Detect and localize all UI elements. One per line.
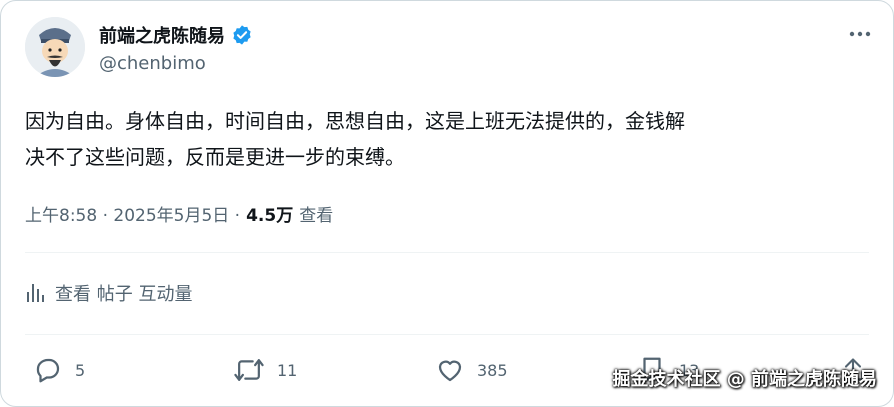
view-post-analytics-link[interactable]: 查看 帖子 互动量 — [25, 280, 192, 306]
tweet-meta: 上午8:58 · 2025年5月5日 · 4.5万 查看 — [25, 201, 333, 226]
analytics-bar-icon — [27, 284, 44, 302]
more-options-button[interactable] — [845, 19, 875, 49]
retweet-button[interactable]: 11 — [233, 355, 297, 385]
like-count: 385 — [477, 360, 508, 380]
reply-count: 5 — [75, 360, 86, 380]
author-display-name[interactable]: 前端之虎陈随易 — [99, 22, 225, 48]
author-handle[interactable]: @chenbimo — [99, 53, 206, 74]
avatar[interactable] — [25, 17, 85, 77]
author-name-row: 前端之虎陈随易 — [99, 22, 253, 48]
tweet-timestamp[interactable]: 上午8:58 · 2025年5月5日 · — [25, 201, 240, 226]
verified-badge-icon — [233, 25, 251, 45]
retweet-count: 11 — [277, 360, 298, 380]
views-count: 4.5万 — [246, 206, 294, 226]
tweet-text: 因为自由。身体自由，时间自由，思想自由，这是上班无法提供的，金钱解 决不了这些问… — [25, 109, 685, 169]
like-button[interactable]: 385 — [435, 355, 508, 385]
divider-top — [25, 252, 869, 253]
retweet-icon — [234, 359, 264, 381]
reply-icon — [36, 358, 60, 383]
avatar-image — [25, 17, 85, 77]
views-label: 查看 — [299, 206, 334, 226]
analytics-label: 查看 帖子 互动量 — [55, 284, 193, 305]
tweet-card: 前端之虎陈随易 @chenbimo 因为自由。身体自由，时间自由，思想自由，这是… — [0, 0, 894, 407]
more-dots-icon — [849, 31, 871, 37]
heart-icon — [438, 360, 462, 382]
reply-button[interactable]: 5 — [33, 355, 85, 385]
divider-bottom — [25, 334, 869, 335]
watermark: 掘金技术社区 @ 前端之虎陈随易 — [612, 369, 877, 390]
